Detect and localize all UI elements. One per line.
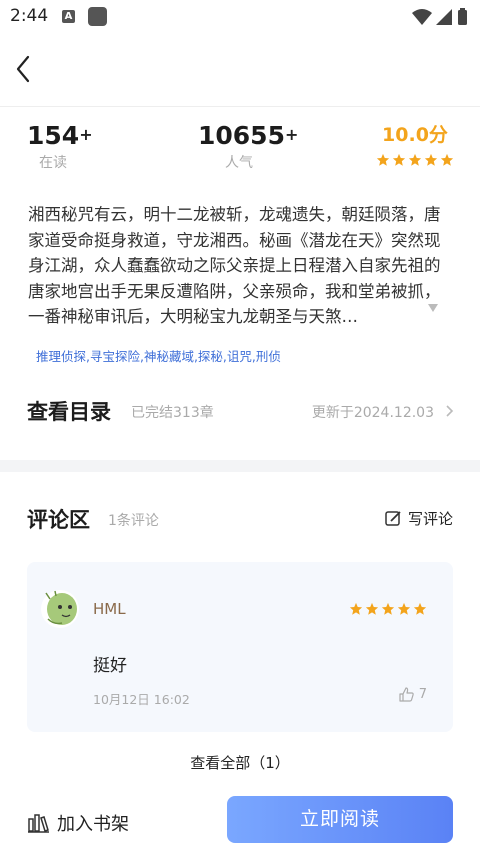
battery-icon bbox=[458, 8, 467, 25]
score-value: 10.0分 bbox=[382, 124, 448, 146]
avatar[interactable] bbox=[40, 589, 80, 629]
section-divider bbox=[0, 460, 480, 472]
add-to-shelf-label: 加入书架 bbox=[57, 814, 129, 835]
star-icon bbox=[376, 153, 390, 166]
back-button[interactable] bbox=[12, 52, 38, 86]
comment-card: HML 挺好 10月12日 16:02 7 bbox=[27, 562, 453, 732]
status-bar: 2:44 A bbox=[0, 0, 480, 34]
book-score: 10.0分 bbox=[376, 120, 454, 167]
star-icon bbox=[381, 602, 395, 615]
write-comment-label: 写评论 bbox=[407, 510, 453, 528]
add-to-shelf-button[interactable]: 加入书架 bbox=[28, 810, 129, 836]
score-stars bbox=[376, 153, 454, 167]
comment-username: HML bbox=[93, 600, 126, 618]
comments-count: 1条评论 bbox=[108, 513, 159, 529]
popularity-count: 10655 bbox=[198, 121, 285, 150]
catalog-status: 已完结313章 bbox=[131, 405, 214, 421]
stat-readers: 154+ 在读 bbox=[27, 121, 93, 172]
star-icon bbox=[440, 153, 454, 166]
notification-square-icon bbox=[88, 7, 107, 26]
chevron-right-icon bbox=[446, 405, 454, 417]
comments-header: 评论区 1条评论 写评论 bbox=[0, 500, 480, 540]
expand-triangle-icon[interactable] bbox=[428, 304, 438, 312]
top-bar bbox=[0, 34, 480, 107]
readers-count: 154 bbox=[27, 121, 80, 150]
read-now-button[interactable]: 立即阅读 bbox=[227, 796, 453, 843]
book-tags[interactable]: 推理侦探,寻宝探险,神秘藏域,探秘,诅咒,刑侦 bbox=[36, 346, 281, 365]
star-icon bbox=[408, 153, 422, 166]
star-icon bbox=[392, 153, 406, 166]
wifi-icon bbox=[412, 9, 432, 25]
avatar-image-icon bbox=[41, 590, 79, 628]
comment-date: 10月12日 16:02 bbox=[93, 692, 190, 707]
bottom-bar: 加入书架 立即阅读 bbox=[0, 790, 480, 853]
star-icon bbox=[413, 602, 427, 615]
comment-stars bbox=[349, 602, 427, 616]
star-icon bbox=[349, 602, 363, 615]
edit-icon bbox=[385, 511, 401, 526]
star-icon bbox=[424, 153, 438, 166]
like-count: 7 bbox=[418, 687, 427, 702]
system-icons bbox=[410, 7, 470, 31]
like-button[interactable]: 7 bbox=[399, 687, 427, 702]
catalog-row[interactable]: 查看目录 已完结313章 更新于2024.12.03 bbox=[0, 392, 480, 432]
readers-plus: + bbox=[79, 125, 93, 144]
catalog-updated: 更新于2024.12.03 bbox=[311, 405, 434, 421]
write-comment-button[interactable]: 写评论 bbox=[385, 508, 453, 529]
book-description: 湘西秘咒有云，明十二龙被斩，龙魂遗失，朝廷陨落，唐家道受命挺身救道，守龙湘西。秘… bbox=[28, 205, 441, 327]
star-icon bbox=[397, 602, 411, 615]
stat-popularity: 10655+ 人气 bbox=[198, 121, 298, 172]
comments-title: 评论区 bbox=[27, 508, 90, 532]
comment-text: 挺好 bbox=[93, 656, 127, 676]
bookshelf-icon bbox=[28, 814, 49, 833]
catalog-title: 查看目录 bbox=[27, 400, 111, 424]
star-icon bbox=[365, 602, 379, 615]
thumbs-up-icon bbox=[399, 687, 414, 702]
signal-icon bbox=[436, 9, 452, 25]
app-notification-icon: A bbox=[62, 10, 75, 23]
readers-label: 在读 bbox=[39, 155, 67, 171]
popularity-label: 人气 bbox=[225, 155, 253, 171]
back-arrow-icon bbox=[16, 55, 30, 83]
status-time: 2:44 bbox=[10, 6, 49, 26]
popularity-plus: + bbox=[284, 125, 299, 144]
view-all-comments-link[interactable]: 查看全部（1） bbox=[0, 752, 480, 773]
